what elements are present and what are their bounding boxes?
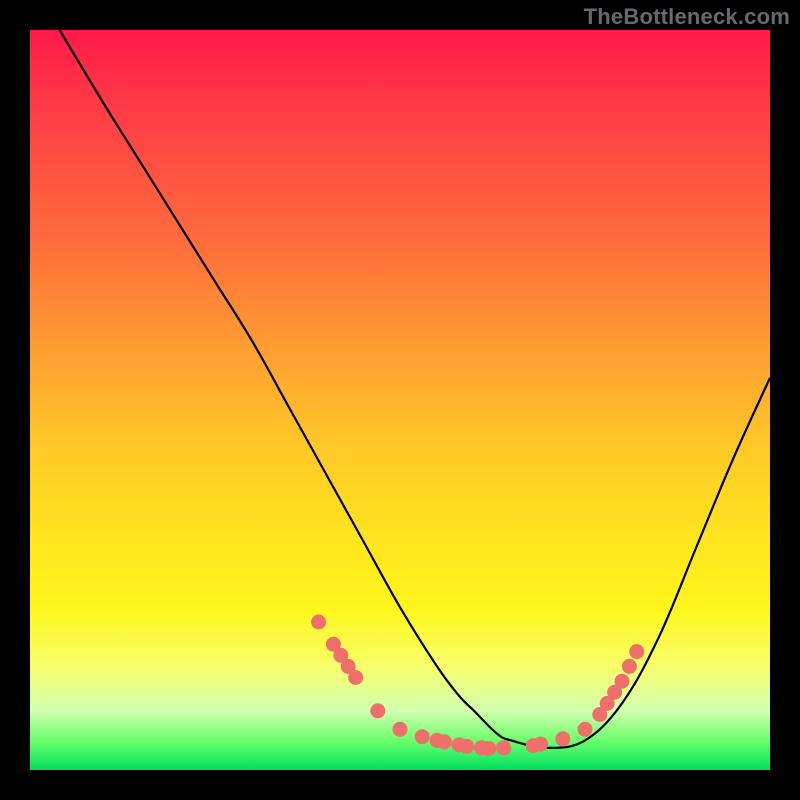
curve-marker: [481, 741, 496, 756]
curve-line: [60, 30, 770, 748]
curve-marker: [615, 674, 630, 689]
curve-marker: [393, 722, 408, 737]
curve-marker: [496, 740, 511, 755]
chart-svg: [30, 30, 770, 770]
chart-frame: TheBottleneck.com: [0, 0, 800, 800]
watermark-text: TheBottleneck.com: [584, 4, 790, 30]
curve-marker: [415, 729, 430, 744]
curve-marker: [437, 734, 452, 749]
curve-marker: [578, 722, 593, 737]
curve-marker: [555, 731, 570, 746]
curve-marker: [370, 703, 385, 718]
curve-marker: [459, 739, 474, 754]
curve-marker: [533, 737, 548, 752]
curve-marker: [622, 659, 637, 674]
curve-marker: [311, 615, 326, 630]
curve-marker: [348, 670, 363, 685]
curve-marker: [629, 644, 644, 659]
plot-area: [30, 30, 770, 770]
